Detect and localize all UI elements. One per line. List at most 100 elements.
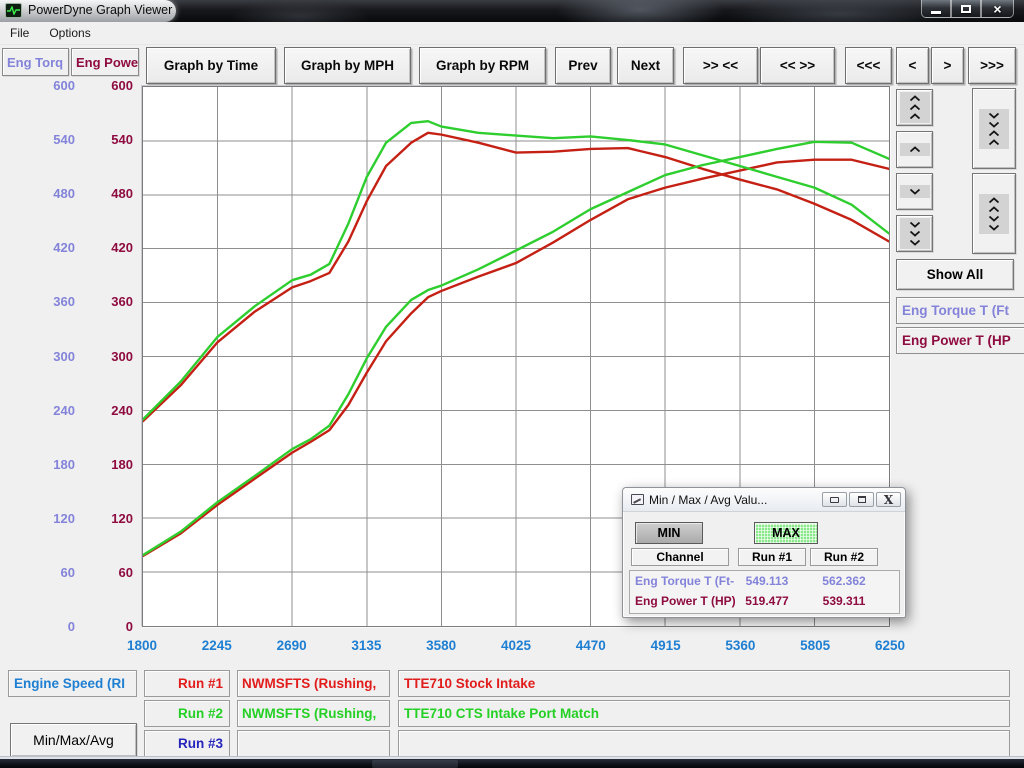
- power-axis-tick-540: 540: [88, 132, 133, 148]
- taskbar: [0, 759, 1024, 768]
- dialog-minimize-button[interactable]: [822, 492, 847, 507]
- row-torque-channel: Eng Torque T (Ft-: [635, 574, 745, 591]
- chevron-down-button[interactable]: [896, 173, 933, 210]
- x-axis-tick-6250: 6250: [855, 638, 925, 654]
- minimize-icon: [931, 11, 941, 14]
- x-axis-tick-3135: 3135: [331, 638, 401, 654]
- torque-axis-tick-0: 0: [20, 619, 75, 635]
- chevron-triple-up-button[interactable]: [896, 89, 933, 126]
- tab-eng-power-axis[interactable]: Eng Powe: [71, 48, 139, 76]
- torque-axis-tick-300: 300: [20, 349, 75, 365]
- dialog-maximize-button[interactable]: [849, 492, 874, 507]
- min-toggle-button[interactable]: MIN: [635, 522, 703, 544]
- dialog-title: Min / Max / Avg Valu...: [649, 493, 820, 507]
- power-axis-tick-600: 600: [88, 78, 133, 94]
- run2-file-field: NWMSFTS (Rushing,: [237, 700, 390, 727]
- power-axis-tick-480: 480: [88, 186, 133, 202]
- x-axis-tick-2245: 2245: [182, 638, 252, 654]
- zoom-out-x-button[interactable]: << >>: [760, 47, 835, 84]
- show-all-button[interactable]: Show All: [896, 259, 1014, 290]
- x-axis-tick-5805: 5805: [780, 638, 850, 654]
- next-button[interactable]: Next: [617, 47, 674, 84]
- run1-description-field: TTE710 Stock Intake: [398, 670, 1010, 697]
- column-header-run2: Run #2: [810, 548, 878, 566]
- graph-by-mph-button[interactable]: Graph by MPH: [284, 47, 411, 84]
- torque-axis-tick-60: 60: [20, 565, 75, 581]
- run1-label: Run #1: [144, 670, 230, 697]
- minmax-dialog: Min / Max / Avg Valu... X MIN MAX Channe…: [622, 487, 906, 618]
- dialog-minimize-icon: [830, 497, 839, 503]
- x-axis-tick-1800: 1800: [107, 638, 177, 654]
- torque-axis-tick-360: 360: [20, 294, 75, 310]
- max-toggle-button[interactable]: MAX: [754, 522, 818, 544]
- column-header-run1: Run #1: [738, 548, 806, 566]
- zoom-in-x-button[interactable]: >> <<: [683, 47, 758, 84]
- row-torque-run1-max: 549.113: [736, 574, 798, 591]
- tab-eng-torque-axis[interactable]: Eng Torq: [2, 48, 69, 76]
- dialog-close-icon: X: [884, 494, 893, 506]
- torque-axis-tick-480: 480: [20, 186, 75, 202]
- menu-file[interactable]: File: [0, 23, 39, 43]
- graph-by-rpm-button[interactable]: Graph by RPM: [419, 47, 546, 84]
- row-torque-run2-max: 562.362: [813, 574, 875, 591]
- minmax-avg-button[interactable]: Min/Max/Avg: [10, 723, 137, 757]
- chevron-double-down-up-button[interactable]: [972, 88, 1016, 169]
- prev-button[interactable]: Prev: [555, 47, 611, 84]
- x-axis-tick-4470: 4470: [556, 638, 626, 654]
- chevron-double-up-down-button[interactable]: [972, 173, 1016, 254]
- scroll-far-left-button[interactable]: <<<: [845, 47, 892, 84]
- run3-description-field: [398, 730, 1010, 757]
- close-button[interactable]: ×: [981, 0, 1014, 18]
- run1-file-field: NWMSFTS (Rushing,: [237, 670, 390, 697]
- torque-channel-label[interactable]: Eng Torque T (Ft: [896, 297, 1024, 324]
- title-bar: PowerDyne Graph Viewer ×: [0, 0, 1024, 22]
- run3-label: Run #3: [144, 730, 230, 757]
- menu-options[interactable]: Options: [39, 23, 100, 43]
- taskbar-item[interactable]: [372, 760, 458, 768]
- power-axis-tick-120: 120: [88, 511, 133, 527]
- power-channel-label[interactable]: Eng Power T (HP: [896, 327, 1024, 354]
- dialog-close-button[interactable]: X: [876, 492, 901, 507]
- scroll-right-button[interactable]: >: [931, 47, 964, 84]
- row-power-run2-max: 539.311: [813, 594, 875, 611]
- maximize-button[interactable]: [951, 0, 981, 18]
- chevron-triple-up-icon: [900, 92, 930, 123]
- powerdyne-app: { "window": { "title": "PowerDyne Graph …: [0, 0, 1024, 768]
- graph-by-time-button[interactable]: Graph by Time: [146, 47, 276, 84]
- power-axis-tick-60: 60: [88, 565, 133, 581]
- torque-axis-tick-420: 420: [20, 240, 75, 256]
- minimize-button[interactable]: [921, 0, 951, 18]
- torque-axis-tick-540: 540: [20, 132, 75, 148]
- x-axis-tick-2690: 2690: [257, 638, 327, 654]
- scroll-left-button[interactable]: <: [896, 47, 929, 84]
- x-channel-label[interactable]: Engine Speed (RI: [8, 670, 137, 697]
- chevron-up-icon: [900, 143, 930, 156]
- run2-description-field: TTE710 CTS Intake Port Match: [398, 700, 1010, 727]
- maximize-icon: [961, 5, 971, 13]
- torque-axis-tick-120: 120: [20, 511, 75, 527]
- chevron-triple-down-button[interactable]: [896, 215, 933, 252]
- scroll-far-right-button[interactable]: >>>: [968, 47, 1016, 84]
- minmax-dialog-titlebar[interactable]: Min / Max / Avg Valu... X: [623, 488, 905, 512]
- dialog-icon: [631, 494, 644, 505]
- column-header-channel: Channel: [631, 548, 729, 566]
- torque-axis-tick-180: 180: [20, 457, 75, 473]
- x-axis-tick-5360: 5360: [705, 638, 775, 654]
- chevron-triple-down-icon: [900, 218, 930, 249]
- row-power-run1-max: 519.477: [736, 594, 798, 611]
- app-icon: [5, 3, 22, 18]
- power-axis-tick-300: 300: [88, 349, 133, 365]
- window-title: PowerDyne Graph Viewer: [28, 3, 172, 17]
- dialog-maximize-icon: [858, 496, 866, 503]
- power-axis-tick-360: 360: [88, 294, 133, 310]
- window-caption-buttons: ×: [921, 0, 1014, 18]
- power-axis-tick-240: 240: [88, 403, 133, 419]
- chevron-double-down-up-icon: [979, 109, 1009, 149]
- torque-axis-tick-600: 600: [20, 78, 75, 94]
- close-icon: ×: [993, 2, 1001, 16]
- chevron-double-up-down-icon: [979, 194, 1009, 234]
- chevron-up-button[interactable]: [896, 131, 933, 168]
- torque-axis-tick-240: 240: [20, 403, 75, 419]
- chevron-down-icon: [900, 185, 930, 198]
- power-axis-tick-180: 180: [88, 457, 133, 473]
